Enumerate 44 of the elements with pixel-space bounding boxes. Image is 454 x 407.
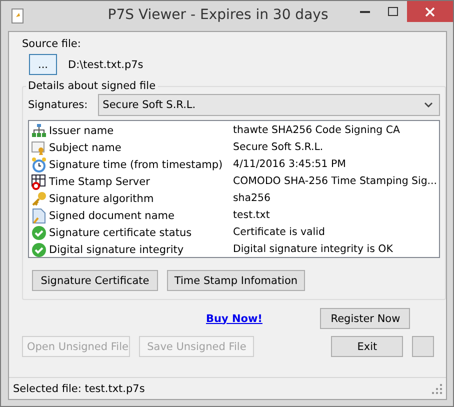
calendar-icon [31, 174, 47, 190]
check-icon [31, 224, 47, 240]
buy-link[interactable]: Buy Now! [206, 312, 262, 324]
window-title: P7S Viewer - Expires in 30 days [106, 6, 330, 23]
maximize-icon [388, 7, 398, 16]
file-path: D:\test.txt.p7s [68, 58, 144, 70]
property-name: Signature time (from timestamp) [49, 158, 224, 170]
certificate-icon [31, 140, 47, 156]
group-title: Details about signed file [27, 80, 157, 92]
source-file-label: Source file: [22, 38, 82, 50]
key-icon [31, 190, 47, 206]
signatures-label: Signatures: [28, 99, 88, 111]
property-name: Digital signature integrity [49, 244, 185, 256]
property-value: 4/11/2016 3:45:51 PM [233, 159, 346, 170]
dropdown-value: Secure Soft S.R.L. [102, 99, 196, 111]
property-value: sha256 [233, 193, 270, 204]
property-name: Time Stamp Server [49, 176, 151, 188]
resize-grip-icon [432, 384, 442, 394]
browse-button[interactable]: ... [29, 54, 57, 75]
clock-icon [31, 156, 47, 172]
network-icon [31, 122, 47, 138]
property-value: thawte SHA256 Code Signing CA [233, 125, 400, 136]
register-button[interactable]: Register Now [320, 308, 410, 329]
timestamp-button[interactable]: Time Stamp Infomation [167, 270, 305, 291]
app-icon [11, 8, 25, 24]
minimize-icon [360, 10, 370, 12]
chevron-icon [424, 102, 434, 108]
certificate-button[interactable]: Signature Certificate [32, 270, 158, 291]
property-name: Issuer name [49, 124, 115, 136]
document-icon [31, 208, 47, 224]
close-button[interactable] [407, 1, 453, 22]
property-value: Secure Soft S.R.L. [233, 142, 324, 153]
property-name: Signature algorithm [49, 192, 155, 204]
property-name: Subject name [49, 142, 122, 154]
exit-button[interactable]: Exit [331, 336, 404, 357]
property-name: Signed document name [49, 210, 176, 222]
property-value: COMODO SHA-256 Time Stamping Sig... [233, 176, 438, 187]
property-value: Digital signature integrity is OK [233, 244, 393, 255]
status-text: Selected file: test.txt.p7s [13, 382, 145, 394]
property-name: Signature certificate status [49, 226, 193, 238]
property-value: Certificate is valid [233, 227, 325, 238]
signatures-dropdown[interactable]: Secure Soft S.R.L. [98, 94, 440, 116]
close-icon [425, 6, 435, 16]
property-value: test.txt [233, 210, 270, 221]
